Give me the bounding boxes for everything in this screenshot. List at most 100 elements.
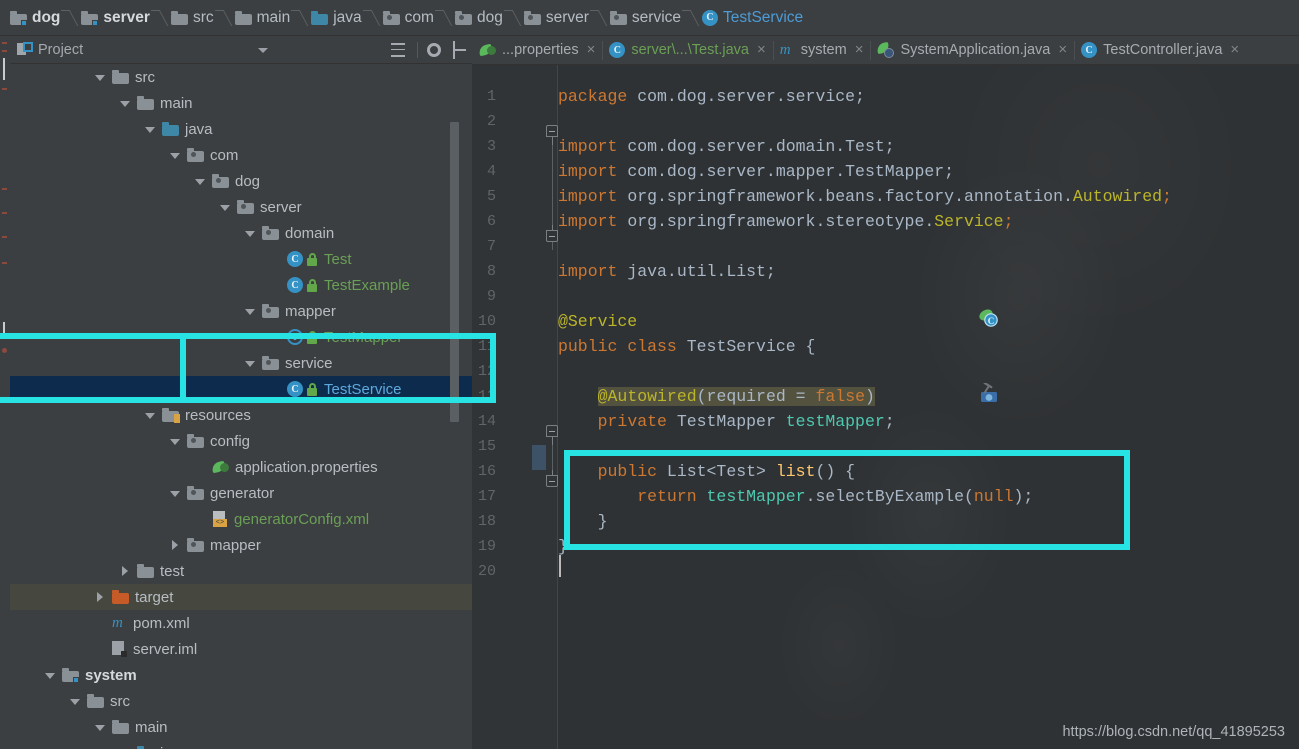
breadcrumb-item-com[interactable]: com	[377, 0, 438, 36]
tree-node-java[interactable]: java	[10, 740, 472, 749]
chevron-right-icon[interactable]	[95, 591, 106, 603]
folder-icon	[137, 564, 154, 578]
line-number: 12	[477, 363, 496, 380]
tree-node-testmapper[interactable]: I TestMapper	[10, 324, 472, 350]
code-line-8: import java.util.List;	[558, 259, 776, 284]
tree-node-label: domain	[285, 224, 335, 242]
tree-node-com[interactable]: com	[10, 142, 472, 168]
breadcrumb-item-server[interactable]: server	[518, 0, 593, 36]
chevron-down-icon[interactable]	[145, 124, 156, 135]
line-number: 3	[486, 138, 496, 155]
chevron-down-icon[interactable]	[245, 228, 256, 239]
chevron-right-icon[interactable]	[170, 539, 181, 551]
chevron-right-icon[interactable]	[120, 565, 131, 577]
chevron-down-icon[interactable]	[258, 48, 268, 53]
package-folder-icon	[187, 538, 204, 552]
tree-node-mapper[interactable]: mapper	[10, 532, 472, 558]
line-number: 13	[477, 388, 496, 405]
editor-tab-system[interactable]: m system ×	[772, 36, 871, 64]
editor-tab-server-test-java[interactable]: Cserver\...\Test.java ×	[602, 36, 772, 64]
line-number: 4	[486, 163, 496, 180]
breadcrumb-item-dog[interactable]: dog	[4, 0, 64, 36]
tree-node-java[interactable]: java	[10, 116, 472, 142]
tree-node-resources[interactable]: resources	[10, 402, 472, 428]
source-folder-icon	[311, 10, 329, 25]
close-icon[interactable]: ×	[1058, 42, 1067, 57]
editor-gutter[interactable]: 1 2 3 4 5 6 7 8 9 10 11 12 13 14 15 16 17 18 19 20	[472, 65, 558, 749]
chevron-down-icon[interactable]	[195, 176, 206, 187]
breadcrumb-item-testservice[interactable]: C TestService	[696, 0, 807, 36]
package-folder-icon	[187, 148, 204, 162]
tree-node-config[interactable]: config	[10, 428, 472, 454]
chevron-down-icon[interactable]	[245, 358, 256, 369]
chevron-down-icon[interactable]	[45, 670, 56, 681]
breadcrumb-item-src[interactable]: src	[165, 0, 218, 36]
tree-node-application-properties[interactable]: application.properties	[10, 454, 472, 480]
collapse-all-button[interactable]	[391, 41, 407, 59]
tree-node-system[interactable]: system	[10, 662, 472, 688]
tree-node-testservice[interactable]: C TestService	[10, 376, 472, 402]
tree-node-mapper[interactable]: mapper	[10, 298, 472, 324]
chevron-down-icon[interactable]	[170, 436, 181, 447]
tree-node-server-iml[interactable]: server.iml	[10, 636, 472, 662]
hide-panel-button[interactable]	[453, 41, 467, 59]
breadcrumb: dog server src main java com dog server service C…	[0, 0, 1299, 36]
tree-node-main[interactable]: main	[10, 714, 472, 740]
close-icon[interactable]: ×	[587, 42, 596, 57]
folder-icon	[87, 694, 104, 708]
close-icon[interactable]: ×	[1230, 42, 1239, 57]
tree-node-target[interactable]: target	[10, 584, 472, 610]
module-folder-icon	[10, 10, 27, 26]
line-number: 8	[486, 263, 496, 280]
tree-node-test[interactable]: test	[10, 558, 472, 584]
code-token: testMapper	[706, 487, 806, 506]
tree-node-generator[interactable]: generator	[10, 480, 472, 506]
code-token: import	[558, 212, 628, 231]
maven-file-icon: m	[112, 614, 123, 631]
tree-node-src[interactable]: src	[10, 64, 472, 90]
tree-node-generatorconfig-xml[interactable]: <> generatorConfig.xml	[10, 506, 472, 532]
chevron-down-icon[interactable]	[220, 202, 231, 213]
tree-node-server[interactable]: server	[10, 194, 472, 220]
breadcrumb-item-java[interactable]: java	[305, 0, 365, 36]
breadcrumb-item-server[interactable]: server	[75, 0, 154, 36]
chevron-down-icon[interactable]	[95, 722, 106, 733]
gear-icon[interactable]	[427, 43, 441, 57]
breadcrumb-item-service[interactable]: service	[604, 0, 685, 36]
close-icon[interactable]: ×	[855, 42, 864, 57]
chevron-down-icon[interactable]	[245, 306, 256, 317]
breadcrumb-item-main[interactable]: main	[229, 0, 295, 36]
chevron-down-icon[interactable]	[170, 488, 181, 499]
code-content[interactable]: package com.dog.server.service; import co…	[558, 65, 1299, 749]
tree-node-test[interactable]: C Test	[10, 246, 472, 272]
tree-node-label: pom.xml	[133, 614, 190, 632]
project-tree-scrollbar[interactable]	[450, 122, 459, 422]
tree-node-testexample[interactable]: C TestExample	[10, 272, 472, 298]
chevron-down-icon[interactable]	[170, 150, 181, 161]
tree-node-service[interactable]: service	[10, 350, 472, 376]
code-token: com.dog.server.mapper.TestMapper;	[627, 162, 955, 181]
editor-tab-systemapplication-java[interactable]: SystemApplication.java ×	[870, 36, 1074, 64]
chevron-down-icon[interactable]	[95, 72, 106, 83]
tree-node-pom-xml[interactable]: m pom.xml	[10, 610, 472, 636]
editor-tab-testcontroller-java[interactable]: C TestController.java ×	[1074, 36, 1246, 64]
breadcrumb-item-dog[interactable]: dog	[449, 0, 507, 36]
tree-node-domain[interactable]: domain	[10, 220, 472, 246]
chevron-down-icon[interactable]	[70, 696, 81, 707]
project-tree[interactable]: src main java com dog server domain C Test C TestE…	[10, 64, 472, 749]
editor-tab--properties[interactable]: ...properties ×	[472, 36, 602, 64]
code-token: @Service	[558, 312, 638, 331]
chevron-down-icon[interactable]	[145, 410, 156, 421]
tree-node-src[interactable]: src	[10, 688, 472, 714]
code-token: java.util.List;	[627, 262, 776, 281]
tree-node-dog[interactable]: dog	[10, 168, 472, 194]
code-editor[interactable]: 1 2 3 4 5 6 7 8 9 10 11 12 13 14 15 16 17 18 19 20 C packag…	[472, 65, 1299, 749]
breadcrumb-separator-icon	[218, 0, 229, 36]
chevron-down-icon[interactable]	[120, 98, 131, 109]
tree-node-label: generator	[210, 484, 275, 502]
close-icon[interactable]: ×	[757, 42, 766, 57]
tree-node-main[interactable]: main	[10, 90, 472, 116]
